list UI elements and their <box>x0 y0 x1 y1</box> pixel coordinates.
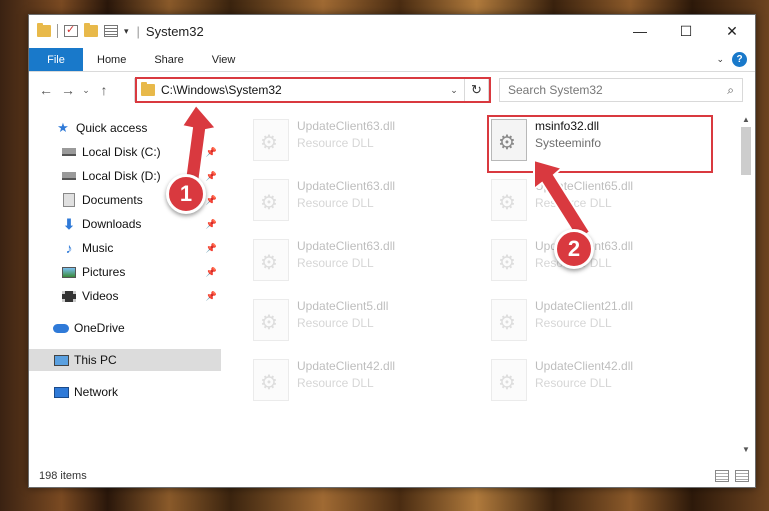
callout-arrows <box>180 103 592 242</box>
callout-badge-1: 1 <box>166 174 206 214</box>
callout-badge-2: 2 <box>554 229 594 269</box>
arrow-2 <box>533 158 592 242</box>
